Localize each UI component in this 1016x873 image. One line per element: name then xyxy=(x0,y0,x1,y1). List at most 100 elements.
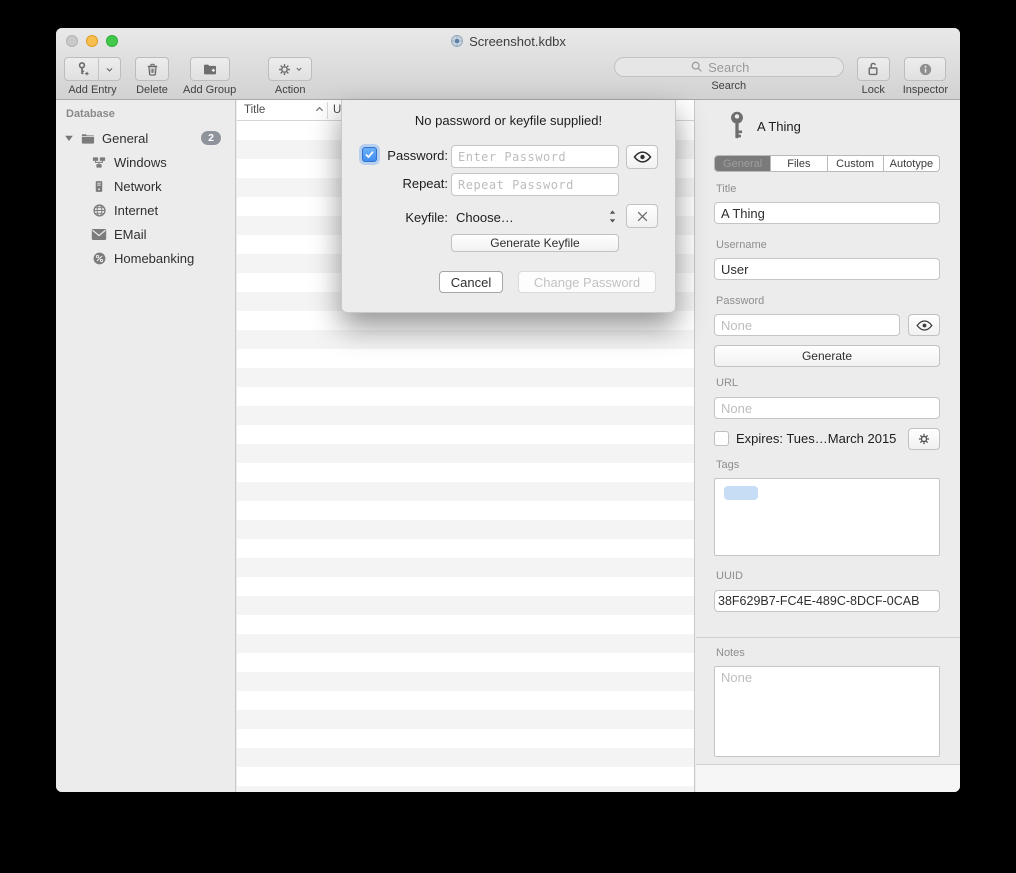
add-entry-toolbar-item: Add Entry xyxy=(64,57,121,96)
password-checkbox[interactable] xyxy=(362,147,377,162)
add-group-label: Add Group xyxy=(183,84,236,96)
group-label: EMail xyxy=(114,227,147,242)
folder-plus-icon xyxy=(202,61,218,77)
key-icon xyxy=(726,109,748,145)
action-toolbar-item: Action xyxy=(268,57,312,96)
tab-custom[interactable]: Custom xyxy=(828,156,884,171)
add-entry-label: Add Entry xyxy=(68,84,116,96)
dialog-eye-icon xyxy=(633,151,652,163)
inspector-button[interactable] xyxy=(904,57,946,81)
disclosure-triangle-icon[interactable] xyxy=(64,133,74,143)
dialog-password-label: Password: xyxy=(378,148,448,163)
add-entry-button[interactable] xyxy=(64,57,121,81)
lock-toolbar-item: Lock xyxy=(857,57,890,96)
sidebar: Database General2WindowsNetworkInternetE… xyxy=(56,100,236,792)
inspector-toolbar-item: Inspector xyxy=(903,57,948,96)
document-proxy-icon xyxy=(450,34,464,48)
expires-label: Expires: Tues…March 2015 xyxy=(736,431,896,446)
lock-button[interactable] xyxy=(857,57,890,81)
action-label: Action xyxy=(275,84,306,96)
stepper-icon[interactable] xyxy=(608,208,617,225)
entry-count-badge: 2 xyxy=(201,131,221,145)
sidebar-group-homebanking[interactable]: Homebanking xyxy=(56,246,235,270)
tab-files[interactable]: Files xyxy=(771,156,827,171)
percent-icon xyxy=(90,250,108,266)
search-toolbar-item: Search xyxy=(614,57,844,92)
add-entry-dropdown-arrow-icon[interactable] xyxy=(99,58,120,80)
notes-field-label: Notes xyxy=(716,647,745,659)
sidebar-group-windows[interactable]: Windows xyxy=(56,150,235,174)
keyfile-popup-value[interactable]: Choose… xyxy=(456,210,514,225)
tag-pill[interactable] xyxy=(724,486,758,500)
delete-button[interactable] xyxy=(135,57,169,81)
window-chrome: Screenshot.kdbx Add Entry xyxy=(56,28,960,100)
folder-icon xyxy=(78,130,96,146)
sort-ascending-icon xyxy=(315,105,324,114)
sidebar-group-internet[interactable]: Internet xyxy=(56,198,235,222)
uuid-field-label: UUID xyxy=(716,570,743,582)
tab-general[interactable]: General xyxy=(715,156,771,171)
expires-settings-button[interactable] xyxy=(908,428,940,450)
eye-icon xyxy=(916,320,933,331)
info-icon xyxy=(918,62,933,77)
expires-checkbox[interactable] xyxy=(714,431,729,446)
add-group-button[interactable] xyxy=(190,57,230,81)
dialog-password-input[interactable] xyxy=(451,145,619,168)
group-label: General xyxy=(102,131,148,146)
group-tree: General 2 Windows Network Internet EMail Homeb… xyxy=(56,126,235,270)
envelope-icon xyxy=(90,226,108,242)
uuid-input[interactable] xyxy=(714,590,940,612)
notes-textarea[interactable] xyxy=(714,666,940,757)
cancel-button[interactable]: Cancel xyxy=(439,271,503,293)
url-field-label: URL xyxy=(716,377,738,389)
title-input[interactable] xyxy=(714,202,940,224)
sidebar-group-email[interactable]: EMail xyxy=(56,222,235,246)
change-password-button[interactable]: Change Password xyxy=(518,271,656,293)
search-input[interactable] xyxy=(614,57,844,77)
tab-autotype[interactable]: Autotype xyxy=(884,156,939,171)
expires-gear-icon xyxy=(917,432,931,446)
generate-password-button[interactable]: Generate xyxy=(714,345,940,367)
dialog-reveal-password-button[interactable] xyxy=(626,145,658,169)
inspector-tab-bar: GeneralFilesCustomAutotype xyxy=(714,155,940,172)
key-plus-icon xyxy=(65,58,99,80)
tags-box[interactable] xyxy=(714,478,940,556)
gear-icon xyxy=(277,62,292,77)
group-label: Network xyxy=(114,179,162,194)
delete-toolbar-item: Delete xyxy=(135,57,169,96)
add-group-toolbar-item: Add Group xyxy=(183,57,236,96)
x-mark-icon xyxy=(636,210,649,223)
group-label: Windows xyxy=(114,155,167,170)
clear-keyfile-button[interactable] xyxy=(626,204,658,228)
dialog-keyfile-label: Keyfile: xyxy=(348,210,448,225)
window-title: Screenshot.kdbx xyxy=(469,34,566,49)
checkmark-icon xyxy=(364,149,375,160)
padlock-open-icon xyxy=(865,61,881,77)
inspector-panel: A Thing GeneralFilesCustomAutotype Title… xyxy=(696,100,960,792)
url-input[interactable] xyxy=(714,397,940,419)
generate-keyfile-button[interactable]: Generate Keyfile xyxy=(451,234,619,252)
action-chevron-icon xyxy=(295,65,303,73)
inspector-footer xyxy=(696,765,960,792)
sidebar-group-network[interactable]: Network xyxy=(56,174,235,198)
tags-field-label: Tags xyxy=(716,459,739,471)
dialog-repeat-label: Repeat: xyxy=(348,176,448,191)
column-header-title[interactable]: Title xyxy=(244,104,265,116)
toolbar: Add Entry Delete xyxy=(56,54,960,100)
username-input[interactable] xyxy=(714,258,940,280)
action-button[interactable] xyxy=(268,57,312,81)
password-input[interactable] xyxy=(714,314,900,336)
notes-divider xyxy=(696,637,960,638)
password-field-label: Password xyxy=(716,295,764,307)
delete-label: Delete xyxy=(136,84,168,96)
group-label: Internet xyxy=(114,203,158,218)
titlebar: Screenshot.kdbx xyxy=(56,28,960,54)
trash-icon xyxy=(145,62,160,77)
column-divider[interactable] xyxy=(327,102,328,119)
change-password-dialog: No password or keyfile supplied! Passwor… xyxy=(341,100,676,313)
dialog-repeat-input[interactable] xyxy=(451,173,619,196)
reveal-password-button[interactable] xyxy=(908,314,940,336)
sidebar-group-root[interactable]: General 2 xyxy=(56,126,235,150)
globe-icon xyxy=(90,202,108,218)
dialog-message: No password or keyfile supplied! xyxy=(342,113,675,128)
